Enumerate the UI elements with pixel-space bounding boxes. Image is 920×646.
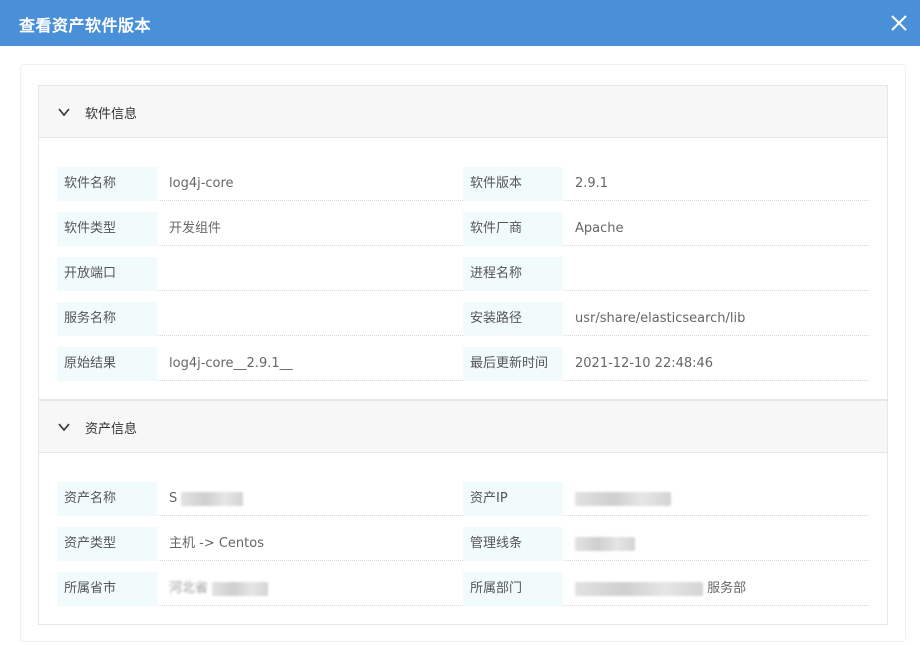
dialog-title: 查看资产软件版本	[19, 16, 152, 35]
field-label: 原始结果	[57, 347, 157, 381]
redacted-mask	[575, 536, 635, 551]
field-process-name: 进程名称	[463, 257, 869, 291]
field-value: log4j-core	[169, 176, 234, 191]
field-row: 开放端口 进程名称	[57, 257, 869, 291]
redacted-mask	[575, 491, 671, 506]
field-value	[575, 527, 635, 561]
software-info-panel: 软件信息 软件名称 log4j-core 软件版本 2.9.1 软件类型 开发组…	[38, 85, 888, 400]
field-row: 原始结果 log4j-core__2.9.1__ 最后更新时间 2021-12-…	[57, 347, 869, 381]
field-label: 资产名称	[57, 482, 157, 516]
field-row: 资产类型 主机 -> Centos 管理线条	[57, 527, 869, 561]
field-value: 主机 -> Centos	[169, 536, 264, 551]
field-label: 资产类型	[57, 527, 157, 561]
field-value: log4j-core__2.9.1__	[169, 356, 293, 371]
field-row: 所属省市 河北省 所属部门 服务部	[57, 572, 869, 606]
field-label: 软件厂商	[463, 212, 563, 246]
field-value: 2021-12-10 22:48:46	[575, 356, 714, 371]
software-info-title: 软件信息	[85, 107, 138, 122]
field-management-line: 管理线条	[463, 527, 869, 561]
field-value: S	[169, 482, 244, 516]
field-label: 资产IP	[463, 482, 563, 516]
field-label: 软件版本	[463, 167, 563, 201]
field-label: 进程名称	[463, 257, 563, 291]
redacted-mask	[181, 491, 244, 506]
field-label: 软件名称	[57, 167, 157, 201]
asset-info-title: 资产信息	[85, 422, 138, 437]
asset-info-header[interactable]: 资产信息	[39, 401, 887, 453]
field-software-name: 软件名称 log4j-core	[57, 167, 463, 201]
field-asset-type: 资产类型 主机 -> Centos	[57, 527, 463, 561]
redacted-mask	[575, 581, 703, 596]
field-last-updated: 最后更新时间 2021-12-10 22:48:46	[463, 347, 869, 381]
field-row: 服务名称 安装路径 usr/share/elasticsearch/lib	[57, 302, 869, 336]
field-value: 服务部	[575, 572, 746, 606]
field-value: 河北省	[169, 572, 269, 606]
field-label: 开放端口	[57, 257, 157, 291]
field-software-type: 软件类型 开发组件	[57, 212, 463, 246]
field-row: 资产名称 S 资产IP	[57, 482, 869, 516]
field-row: 软件名称 log4j-core 软件版本 2.9.1	[57, 167, 869, 201]
dialog: 查看资产软件版本 软件信息 软件名称 log4j-core 软件版本 2.9.1	[0, 0, 920, 646]
close-icon[interactable]	[888, 12, 910, 34]
chevron-down-icon	[58, 108, 70, 117]
field-value: 开发组件	[169, 221, 222, 236]
field-asset-name: 资产名称 S	[57, 482, 463, 516]
field-label: 所属部门	[463, 572, 563, 606]
field-software-vendor: 软件厂商 Apache	[463, 212, 869, 246]
chevron-down-icon	[58, 423, 70, 432]
field-value-text: 河北省	[169, 581, 209, 596]
field-open-port: 开放端口	[57, 257, 463, 291]
field-label: 管理线条	[463, 527, 563, 561]
field-label: 所属省市	[57, 572, 157, 606]
field-department: 所属部门 服务部	[463, 572, 869, 606]
field-install-path: 安装路径 usr/share/elasticsearch/lib	[463, 302, 869, 336]
field-software-version: 软件版本 2.9.1	[463, 167, 869, 201]
asset-info-panel: 资产信息 资产名称 S 资产IP 资产类型 主机 -> Centos 管理线条 …	[38, 400, 888, 625]
field-value: usr/share/elasticsearch/lib	[575, 311, 746, 326]
field-asset-ip: 资产IP	[463, 482, 869, 516]
field-row: 软件类型 开发组件 软件厂商 Apache	[57, 212, 869, 246]
field-value-text: 服务部	[707, 581, 747, 596]
field-label: 最后更新时间	[463, 347, 563, 381]
field-value: Apache	[575, 221, 624, 236]
dialog-titlebar: 查看资产软件版本	[0, 0, 920, 46]
field-label: 安装路径	[463, 302, 563, 336]
field-value: 2.9.1	[575, 176, 609, 191]
field-province-city: 所属省市 河北省	[57, 572, 463, 606]
redacted-mask	[212, 581, 269, 596]
field-value-text: S	[169, 491, 178, 506]
field-raw-result: 原始结果 log4j-core__2.9.1__	[57, 347, 463, 381]
field-service-name: 服务名称	[57, 302, 463, 336]
field-label: 服务名称	[57, 302, 157, 336]
software-info-header[interactable]: 软件信息	[39, 86, 887, 138]
field-value	[575, 482, 671, 516]
field-label: 软件类型	[57, 212, 157, 246]
